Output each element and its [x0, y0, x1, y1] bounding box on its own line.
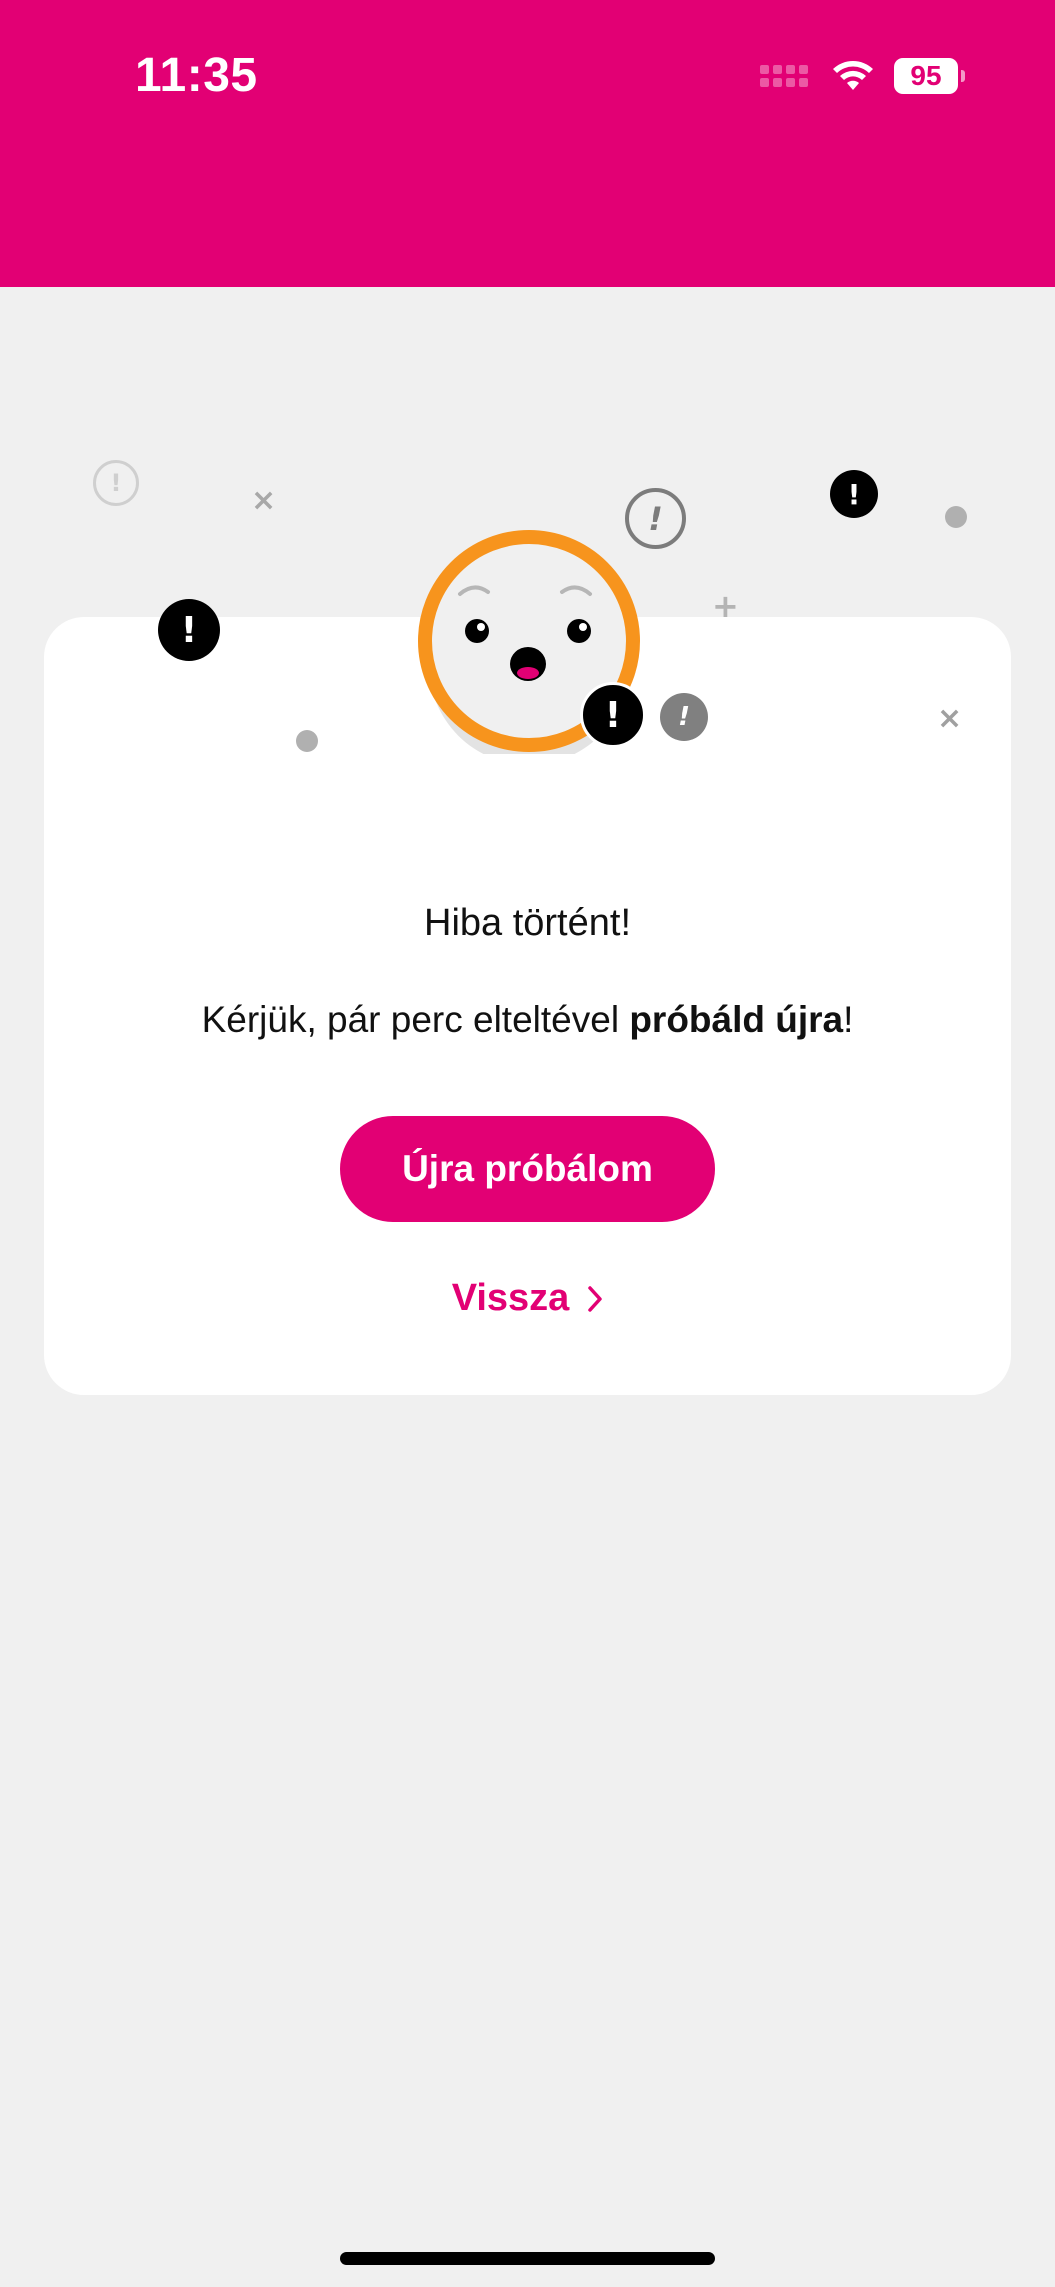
dot-decoration-icon — [296, 730, 318, 752]
exclamation-icon: ! — [580, 682, 646, 748]
battery-icon: 95 — [894, 58, 965, 94]
status-time: 11:35 — [135, 49, 258, 102]
cross-decoration-icon: × — [937, 701, 963, 736]
error-message-prefix: Kérjük, pár perc elteltével — [201, 999, 630, 1040]
status-bar: 11:35 95 — [0, 0, 1055, 287]
error-message-suffix: ! — [843, 999, 854, 1040]
exclamation-icon: ! — [158, 599, 220, 661]
error-message: Kérjük, pár perc elteltével próbáld újra… — [0, 999, 1055, 1041]
retry-button[interactable]: Újra próbálom — [340, 1116, 715, 1222]
battery-level: 95 — [894, 58, 958, 94]
plus-decoration-icon: + — [712, 587, 739, 625]
error-title: Hiba történt! — [424, 902, 631, 944]
back-link-label: Vissza — [451, 1277, 570, 1319]
home-indicator[interactable] — [340, 2252, 715, 2265]
back-link[interactable]: Vissza — [0, 1277, 1055, 1320]
wifi-icon — [833, 61, 873, 90]
error-message-emphasis: próbáld újra — [629, 999, 844, 1040]
exclamation-icon: ! — [660, 693, 708, 741]
cellular-signal-icon — [760, 65, 808, 87]
exclamation-outline-icon: ! — [93, 460, 139, 506]
dot-decoration-icon — [945, 506, 967, 528]
chevron-right-icon — [588, 1285, 603, 1312]
cross-decoration-icon: × — [251, 483, 277, 518]
status-icons: 95 — [760, 58, 965, 94]
exclamation-icon: ! — [830, 470, 878, 518]
